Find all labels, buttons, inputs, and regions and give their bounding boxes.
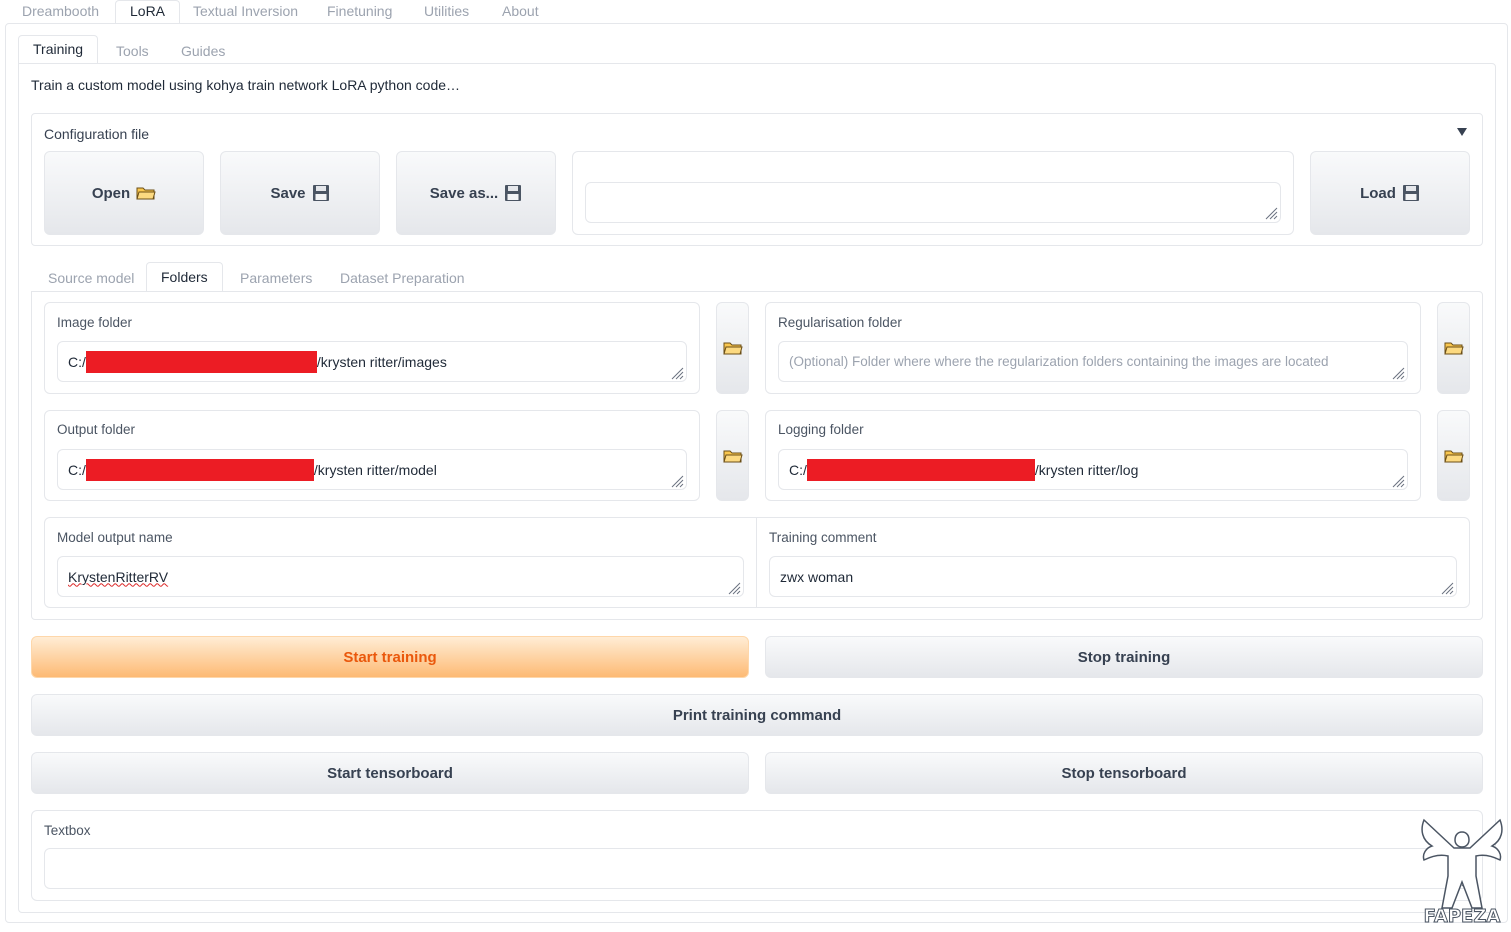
floppy-disk-icon — [504, 184, 522, 202]
floppy-disk-icon — [1402, 184, 1420, 202]
divider — [756, 518, 757, 607]
config-title[interactable]: Configuration file — [44, 126, 149, 142]
winged-figure-icon — [1421, 818, 1503, 909]
reg-folder-input[interactable]: (Optional) Folder where where the regula… — [778, 341, 1408, 382]
config-file-input[interactable] — [585, 182, 1281, 223]
tab-dataset-preparation[interactable]: Dataset Preparation — [340, 270, 465, 290]
resize-handle-icon[interactable] — [671, 367, 684, 380]
tab-about[interactable]: About — [502, 3, 539, 23]
browse-reg-folder-button[interactable] — [1437, 302, 1470, 394]
image-folder-suffix: /krysten ritter/images — [316, 353, 447, 370]
browse-output-folder-button[interactable] — [716, 410, 749, 501]
save-as-config-button[interactable]: Save as... — [396, 151, 556, 235]
tab-training[interactable]: Training — [18, 35, 99, 64]
resize-handle-icon[interactable] — [1392, 367, 1405, 380]
start-training-button[interactable]: Start training — [31, 636, 749, 678]
start-tensorboard-button[interactable]: Start tensorboard — [31, 752, 749, 794]
tab-lora[interactable]: LoRA — [115, 0, 181, 24]
model-output-name-input[interactable]: KrystenRitterRV — [57, 556, 744, 597]
logging-folder-suffix: /krysten ritter/log — [1034, 461, 1139, 478]
load-label: Load — [1360, 184, 1396, 202]
collapse-triangle-icon[interactable] — [1456, 127, 1468, 137]
open-label: Open — [91, 184, 131, 202]
logging-folder-input[interactable]: C:/ /krysten ritter/log — [778, 449, 1408, 490]
folder-icon — [722, 340, 743, 356]
tab-guides[interactable]: Guides — [181, 43, 225, 63]
resize-handle-icon[interactable] — [671, 475, 684, 488]
browse-image-folder-button[interactable] — [716, 302, 749, 394]
textbox-input[interactable] — [44, 848, 1470, 889]
resize-handle-icon[interactable] — [1441, 582, 1454, 595]
tab-dreambooth[interactable]: Dreambooth — [22, 3, 99, 23]
logging-folder-prefix: C:/ — [789, 461, 807, 478]
save-label: Save — [270, 184, 306, 202]
floppy-disk-icon — [312, 184, 330, 202]
model-output-name-label: Model output name — [57, 530, 173, 545]
browse-logging-folder-button[interactable] — [1437, 410, 1470, 501]
save-config-button[interactable]: Save — [220, 151, 380, 235]
load-config-button[interactable]: Load — [1310, 151, 1470, 235]
image-folder-label: Image folder — [57, 315, 133, 330]
watermark-logo: FAPEZA — [1416, 818, 1508, 928]
open-config-button[interactable]: Open — [44, 151, 204, 235]
training-comment-input[interactable]: zwx woman — [769, 556, 1457, 597]
folder-icon — [1443, 448, 1464, 464]
description-text: Train a custom model using kohya train n… — [31, 77, 461, 93]
output-folder-label: Output folder — [57, 422, 136, 437]
watermark-text: FAPEZA — [1423, 906, 1501, 928]
output-folder-prefix: C:/ — [68, 461, 86, 478]
image-folder-input[interactable]: C:/ /krysten ritter/images — [57, 341, 687, 382]
tab-textual-inversion[interactable]: Textual Inversion — [193, 3, 298, 23]
folder-icon — [136, 185, 156, 201]
training-comment-label: Training comment — [769, 530, 877, 545]
resize-handle-icon[interactable] — [1265, 207, 1278, 220]
logging-folder-label: Logging folder — [778, 422, 864, 437]
textbox-label: Textbox — [44, 823, 91, 838]
resize-handle-icon[interactable] — [1392, 475, 1405, 488]
output-folder-suffix: /krysten ritter/model — [313, 461, 437, 478]
tab-tools[interactable]: Tools — [116, 43, 149, 63]
redaction-bar — [85, 350, 317, 373]
tab-finetuning[interactable]: Finetuning — [327, 3, 392, 23]
stop-tensorboard-button[interactable]: Stop tensorboard — [765, 752, 1483, 794]
model-output-name-value: KrystenRitterRV — [68, 568, 169, 585]
redaction-bar — [806, 458, 1035, 481]
output-folder-input[interactable]: C:/ /krysten ritter/model — [57, 449, 687, 490]
tab-folders[interactable]: Folders — [146, 262, 223, 292]
tab-utilities[interactable]: Utilities — [424, 3, 469, 23]
folder-icon — [1443, 340, 1464, 356]
print-training-command-button[interactable]: Print training command — [31, 694, 1483, 736]
redaction-bar — [85, 458, 314, 481]
image-folder-prefix: C:/ — [68, 353, 86, 370]
stop-training-button[interactable]: Stop training — [765, 636, 1483, 678]
folder-icon — [722, 448, 743, 464]
reg-folder-label: Regularisation folder — [778, 315, 902, 330]
resize-handle-icon[interactable] — [728, 582, 741, 595]
tab-source-model[interactable]: Source model — [48, 270, 134, 290]
tab-parameters[interactable]: Parameters — [240, 270, 312, 290]
save-as-label: Save as... — [429, 184, 499, 202]
